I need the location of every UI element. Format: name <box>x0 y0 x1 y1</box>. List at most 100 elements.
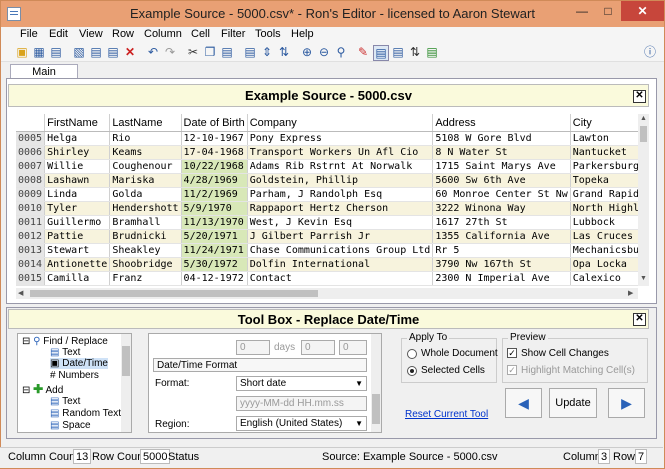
pattern-input[interactable]: yyyy-MM-dd HH.mm.ss <box>236 396 367 411</box>
row-number[interactable]: 0006 <box>16 145 46 160</box>
add-row-icon[interactable]: ▤ <box>106 45 120 59</box>
table-cell[interactable]: Keams <box>109 145 182 160</box>
close-toolbox-button[interactable]: ✕ <box>633 313 646 326</box>
table-cell[interactable]: 5/30/1972 <box>181 257 248 272</box>
days-input-2[interactable]: 0 <box>301 340 335 355</box>
expander-icon[interactable]: ⊟ <box>22 336 30 347</box>
table-cell[interactable]: Pony Express <box>247 131 434 146</box>
menu-row[interactable]: Row <box>112 28 134 40</box>
scroll-down-icon[interactable]: ▼ <box>640 275 647 282</box>
table-cell[interactable]: Contact <box>247 271 434 286</box>
table-cell[interactable]: Bramhall <box>109 215 182 230</box>
table-cell[interactable]: Adams Rib Rstrnt At Norwalk <box>247 159 434 174</box>
table-cell[interactable]: 3222 Winona Way <box>432 201 571 216</box>
table-row[interactable]: 0010 Tyler Hendershott 5/9/1970 Rappaport He… <box>16 201 638 216</box>
table-cell[interactable]: Antionette <box>44 257 111 272</box>
table-row[interactable]: 0006 Shirley Keams 17-04-1968 Transport Work… <box>16 145 638 160</box>
column-header[interactable]: Address <box>432 114 571 132</box>
row-number[interactable]: 0010 <box>16 201 46 216</box>
grid-icon[interactable]: ▧ <box>72 45 86 59</box>
table-cell[interactable]: Linda <box>44 187 111 202</box>
table-cell[interactable]: 1617 27th St <box>432 215 571 230</box>
column-header[interactable]: City <box>570 114 638 132</box>
table-cell[interactable]: Senff <box>109 285 182 286</box>
table-cell[interactable]: 10/22/1968 <box>181 159 248 174</box>
options-scrollbar[interactable] <box>371 334 381 432</box>
table-cell[interactable]: Hendershott <box>109 201 182 216</box>
table-cell[interactable]: 11/2/1969 <box>181 187 248 202</box>
menu-column[interactable]: Column <box>144 28 182 40</box>
table-cell[interactable]: Ontario <box>570 285 638 286</box>
table-cell[interactable]: 5108 W Gore Blvd <box>432 131 571 146</box>
table-cell[interactable]: Travelodge Santa Barbara Beach <box>247 285 434 286</box>
table-row[interactable]: 0005 Helga Rio 12-10-1967 Pony Express 5108 W… <box>16 131 638 146</box>
info-icon[interactable]: ⓘ <box>643 45 657 59</box>
data-grid[interactable]: FirstName LastName Date of Birth Company Add… <box>16 114 638 286</box>
close-document-button[interactable]: ✕ <box>633 90 646 103</box>
table-cell[interactable]: Camilla <box>44 271 111 286</box>
corner-header-cell[interactable] <box>16 114 46 132</box>
fit-icon[interactable]: ⇅ <box>277 45 291 59</box>
table-cell[interactable]: Stewart <box>44 243 111 258</box>
grid-horizontal-scrollbar[interactable]: ◀ ▶ <box>16 288 638 299</box>
selected-cells-radio[interactable] <box>407 366 417 376</box>
table-cell[interactable]: 60 Monroe Center St Nw <box>432 187 571 202</box>
minimize-button[interactable]: — <box>569 1 595 21</box>
table-cell[interactable]: Franz <box>109 271 182 286</box>
table-cell[interactable]: 4/28/1969 <box>181 173 248 188</box>
column-header[interactable]: FirstName <box>44 114 111 132</box>
row-number[interactable]: 0011 <box>16 215 46 230</box>
tree-item-find-replace[interactable]: ⊟ ⚲ Find / Replace <box>22 336 108 347</box>
redo-icon[interactable]: ↷ <box>163 45 177 59</box>
cut-icon[interactable]: ✂ <box>186 45 200 59</box>
show-cell-changes-label[interactable]: Show Cell Changes <box>521 348 609 359</box>
scroll-right-icon[interactable]: ▶ <box>628 289 633 297</box>
table-cell[interactable]: Parham, J Randolph Esq <box>247 187 434 202</box>
show-cell-changes-checkbox[interactable]: ✓ <box>507 348 517 358</box>
selected-cells-label[interactable]: Selected Cells <box>421 365 485 376</box>
table-cell[interactable]: 3790 Nw 167th St <box>432 257 571 272</box>
table-cell[interactable]: Nantucket <box>570 145 638 160</box>
row-number[interactable]: 0007 <box>16 159 46 174</box>
tree-scroll-thumb[interactable] <box>122 346 130 376</box>
whole-document-label[interactable]: Whole Document <box>421 348 498 359</box>
table-cell[interactable]: Transport Workers Un Afl Cio <box>247 145 434 160</box>
table-cell[interactable]: 10-06-1973 <box>181 285 248 286</box>
table-cell[interactable]: Mechanicsburg <box>570 243 638 258</box>
save-icon[interactable]: ▦ <box>32 45 46 59</box>
split-icon[interactable]: ⇕ <box>260 45 274 59</box>
table-cell[interactable]: Lubbock <box>570 215 638 230</box>
undo-icon[interactable]: ↶ <box>146 45 160 59</box>
table-cell[interactable]: Grand Rapids <box>570 187 638 202</box>
table-cell[interactable]: 5600 Sw 6th Ave <box>432 173 571 188</box>
row-number[interactable]: 0015 <box>16 271 46 286</box>
region-select[interactable]: English (United States) ▼ <box>236 416 367 431</box>
row-number[interactable]: 0008 <box>16 173 46 188</box>
column-header[interactable]: LastName <box>109 114 182 132</box>
table-row[interactable]: 0015 Camilla Franz 04-12-1972 Contact 2300 N … <box>16 271 638 286</box>
table-cell[interactable]: Opa Locka <box>570 257 638 272</box>
grid-vertical-scrollbar[interactable]: ▲ ▼ <box>638 114 649 286</box>
table-cell[interactable]: Lawton <box>570 131 638 146</box>
table-cell[interactable]: Parkersburg <box>570 159 638 174</box>
table-cell[interactable]: Guillermo <box>44 215 111 230</box>
next-button[interactable]: ▶ <box>608 388 645 418</box>
sort-icon[interactable]: ⇅ <box>408 45 422 59</box>
table-row[interactable]: 0007 Willie Coughenour 10/22/1968 Adams Rib … <box>16 159 638 174</box>
table-cell[interactable]: North Highlands <box>570 201 638 216</box>
menu-file[interactable]: File <box>20 28 38 40</box>
table-cell[interactable]: 8 N Water St <box>432 145 571 160</box>
tree-item-text[interactable]: ▤ Text <box>50 347 80 358</box>
update-button[interactable]: Update <box>549 388 597 418</box>
expander-icon[interactable]: ⊟ <box>22 385 30 396</box>
days-input-3[interactable]: 0 <box>339 340 367 355</box>
table-cell[interactable]: 2300 N Imperial Ave <box>432 271 571 286</box>
copy-icon[interactable]: ❐ <box>203 45 217 59</box>
columns-icon[interactable]: ▤ <box>391 45 405 59</box>
table-cell[interactable]: Calexico <box>570 271 638 286</box>
delete-icon[interactable]: ✕ <box>123 45 137 59</box>
insert-row-icon[interactable]: ▤ <box>89 45 103 59</box>
table-cell[interactable]: Rr 5 <box>432 243 571 258</box>
row-number[interactable]: 0005 <box>16 131 46 146</box>
table-cell[interactable]: Ann <box>44 285 111 286</box>
